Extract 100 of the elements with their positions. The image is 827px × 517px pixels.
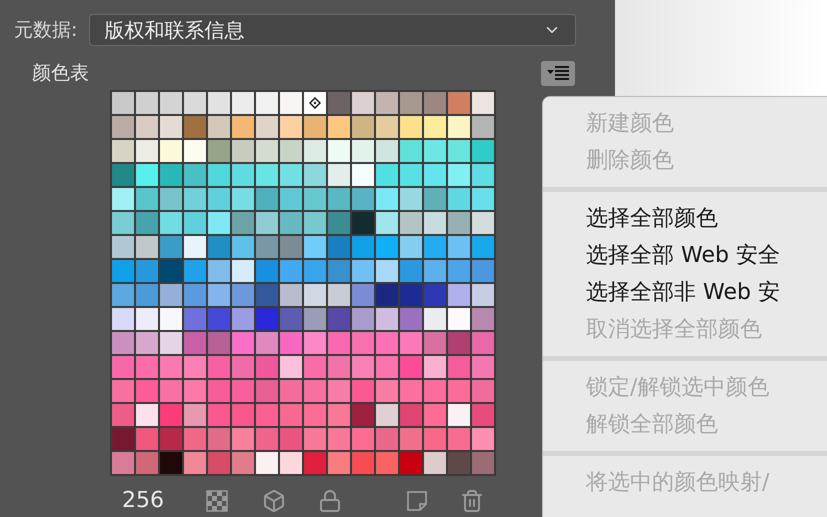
color-swatch[interactable]	[400, 380, 422, 402]
color-swatch[interactable]	[232, 380, 254, 402]
color-swatch[interactable]	[280, 164, 302, 186]
color-swatch[interactable]	[232, 260, 254, 282]
color-swatch[interactable]	[304, 332, 326, 354]
color-swatch[interactable]	[448, 260, 470, 282]
color-swatch[interactable]	[376, 116, 398, 138]
color-swatch[interactable]	[280, 332, 302, 354]
color-swatch[interactable]	[184, 140, 206, 162]
color-swatch[interactable]	[352, 188, 374, 210]
color-swatch[interactable]	[424, 164, 446, 186]
color-swatch[interactable]	[376, 428, 398, 450]
color-swatch[interactable]	[400, 356, 422, 378]
color-swatch[interactable]	[424, 380, 446, 402]
color-swatch[interactable]	[400, 308, 422, 330]
color-swatch[interactable]	[328, 452, 350, 474]
color-swatch[interactable]	[280, 212, 302, 234]
color-swatch[interactable]	[112, 308, 134, 330]
metadata-dropdown[interactable]: 版权和联系信息	[89, 14, 576, 46]
menu-item[interactable]: 选择全部 Web 安全	[543, 237, 827, 274]
color-swatch[interactable]	[136, 236, 158, 258]
color-swatch[interactable]	[472, 92, 494, 114]
color-swatch[interactable]	[136, 380, 158, 402]
color-swatch[interactable]	[136, 140, 158, 162]
color-swatch[interactable]	[232, 332, 254, 354]
color-swatch[interactable]	[280, 236, 302, 258]
color-swatch[interactable]	[160, 452, 182, 474]
color-swatch[interactable]	[160, 260, 182, 282]
color-swatch[interactable]	[160, 404, 182, 426]
color-swatch[interactable]	[304, 92, 326, 114]
color-swatch[interactable]	[328, 332, 350, 354]
color-swatch[interactable]	[472, 260, 494, 282]
color-swatch[interactable]	[328, 284, 350, 306]
color-swatch[interactable]	[208, 308, 230, 330]
color-swatch[interactable]	[352, 308, 374, 330]
color-swatch[interactable]	[160, 308, 182, 330]
color-swatch[interactable]	[424, 212, 446, 234]
color-swatch[interactable]	[208, 212, 230, 234]
color-swatch[interactable]	[400, 452, 422, 474]
color-swatch[interactable]	[352, 428, 374, 450]
color-swatch[interactable]	[136, 404, 158, 426]
color-swatch[interactable]	[376, 188, 398, 210]
color-swatch[interactable]	[472, 236, 494, 258]
color-swatch[interactable]	[208, 428, 230, 450]
color-swatch[interactable]	[208, 404, 230, 426]
color-swatch[interactable]	[424, 116, 446, 138]
color-swatch[interactable]	[256, 308, 278, 330]
color-swatch[interactable]	[136, 284, 158, 306]
color-swatch[interactable]	[304, 140, 326, 162]
color-swatch[interactable]	[304, 380, 326, 402]
color-swatch[interactable]	[184, 188, 206, 210]
color-swatch[interactable]	[304, 164, 326, 186]
color-swatch[interactable]	[256, 356, 278, 378]
color-swatch[interactable]	[400, 404, 422, 426]
color-swatch[interactable]	[184, 404, 206, 426]
color-swatch[interactable]	[376, 236, 398, 258]
color-swatch[interactable]	[448, 332, 470, 354]
color-swatch[interactable]	[184, 260, 206, 282]
color-swatch[interactable]	[232, 428, 254, 450]
color-swatch[interactable]	[304, 116, 326, 138]
color-swatch[interactable]	[304, 236, 326, 258]
color-swatch[interactable]	[256, 236, 278, 258]
trash-icon[interactable]	[460, 488, 484, 512]
color-swatch[interactable]	[232, 116, 254, 138]
color-swatch[interactable]	[424, 140, 446, 162]
color-swatch[interactable]	[328, 308, 350, 330]
color-swatch[interactable]	[184, 452, 206, 474]
color-swatch[interactable]	[448, 236, 470, 258]
color-swatch[interactable]	[376, 92, 398, 114]
color-swatch[interactable]	[256, 284, 278, 306]
color-swatch[interactable]	[208, 188, 230, 210]
color-swatch[interactable]	[400, 140, 422, 162]
color-swatch[interactable]	[424, 356, 446, 378]
color-swatch[interactable]	[232, 92, 254, 114]
color-swatch[interactable]	[280, 308, 302, 330]
color-swatch[interactable]	[136, 164, 158, 186]
color-swatch[interactable]	[424, 452, 446, 474]
color-swatch[interactable]	[256, 428, 278, 450]
color-swatch[interactable]	[424, 404, 446, 426]
color-swatch[interactable]	[352, 452, 374, 474]
color-swatch[interactable]	[136, 332, 158, 354]
color-swatch[interactable]	[304, 308, 326, 330]
color-swatch[interactable]	[256, 452, 278, 474]
color-swatch[interactable]	[280, 452, 302, 474]
color-swatch[interactable]	[328, 404, 350, 426]
color-swatch[interactable]	[472, 332, 494, 354]
color-swatch[interactable]	[160, 236, 182, 258]
color-swatch[interactable]	[304, 404, 326, 426]
color-swatch[interactable]	[184, 236, 206, 258]
color-swatch[interactable]	[352, 284, 374, 306]
color-swatch[interactable]	[136, 428, 158, 450]
color-swatch[interactable]	[256, 332, 278, 354]
color-swatch[interactable]	[448, 212, 470, 234]
color-swatch[interactable]	[280, 188, 302, 210]
color-swatch[interactable]	[376, 332, 398, 354]
color-swatch[interactable]	[328, 236, 350, 258]
color-swatch[interactable]	[112, 428, 134, 450]
color-swatch[interactable]	[400, 260, 422, 282]
color-swatch[interactable]	[424, 284, 446, 306]
color-swatch[interactable]	[472, 428, 494, 450]
